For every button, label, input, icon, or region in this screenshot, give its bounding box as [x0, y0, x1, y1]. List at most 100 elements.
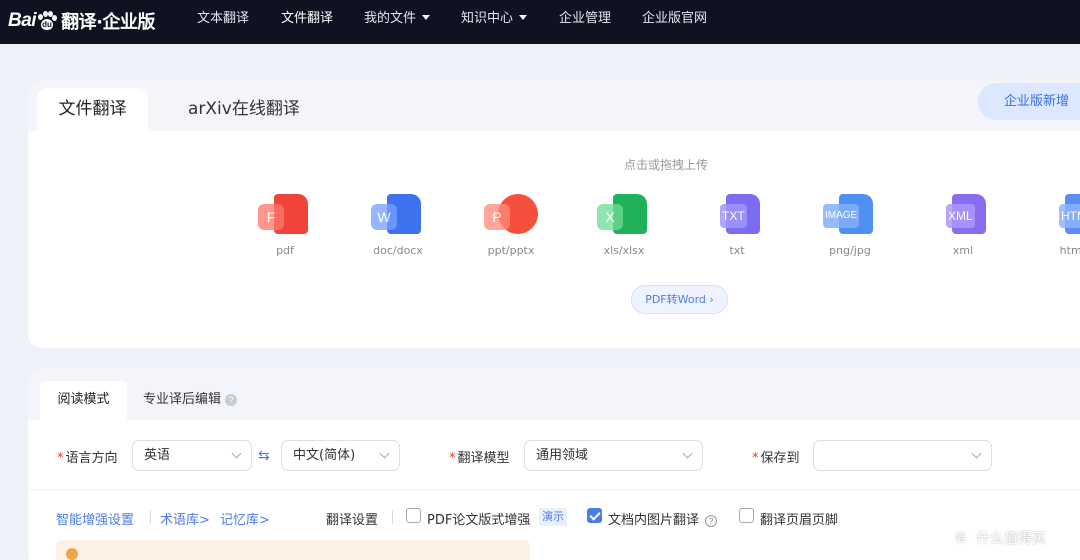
file-type-label: htm/h	[1059, 244, 1080, 257]
file-type-label: doc/docx	[373, 244, 423, 257]
chevron-down-icon	[682, 448, 693, 459]
tab-file-translation[interactable]: 文件翻译	[37, 88, 148, 131]
txt-file-icon-badge: TXT	[720, 204, 747, 228]
baidu-translate-logo[interactable]: Bai du 翻译·企业版	[8, 6, 155, 36]
pdf-layout-enhance-checkbox[interactable]	[406, 508, 421, 523]
divider	[392, 510, 393, 524]
required-mark: *	[752, 451, 759, 466]
nav-my-files[interactable]: 我的文件	[364, 0, 431, 44]
save-to-label: * 保存到	[752, 447, 800, 466]
file-type-txt: TXT txt	[697, 190, 777, 257]
help-icon[interactable]: ?	[705, 515, 718, 527]
swap-languages-icon[interactable]: ⇆	[258, 448, 270, 464]
nav-my-files-label: 我的文件	[364, 11, 417, 26]
translation-model-label-text: 翻译模型	[457, 451, 510, 466]
target-language-select[interactable]: 中文(简体)	[281, 440, 400, 471]
pdf-to-word-label: PDF转Word	[645, 293, 706, 306]
nav-text-translation[interactable]: 文本翻译	[197, 0, 249, 44]
translation-model-label: * 翻译模型	[449, 447, 510, 466]
excel-file-icon: X	[597, 190, 651, 238]
mode-tabs-bar: 阅读模式 专业译后编辑?	[28, 368, 1080, 420]
html-file-icon-badge: HTML	[1059, 204, 1080, 228]
translation-settings-card: 阅读模式 专业译后编辑? * 语言方向 英语 ⇆ 中文(简体) * 翻译模型 通用领…	[28, 368, 1080, 560]
memory-library-label: 记忆库	[220, 513, 260, 528]
logo-du-text: du	[42, 20, 52, 29]
nav-enterprise-management[interactable]: 企业管理	[559, 0, 611, 44]
logo-bai-text: Bai	[8, 10, 37, 31]
file-type-label: xml	[952, 244, 974, 257]
upload-card: 文件翻译 arXiv在线翻译 企业版新增 点击或拖拽上传 F pdf W doc…	[28, 80, 1080, 348]
help-icon[interactable]: ?	[225, 394, 238, 406]
powerpoint-file-icon: P	[484, 190, 538, 238]
file-type-label: ppt/pptx	[487, 244, 535, 257]
terminology-library-link[interactable]: 术语库>	[160, 509, 210, 528]
target-language-value: 中文(简体)	[293, 448, 356, 463]
word-file-icon-badge: W	[371, 204, 397, 230]
nav-enterprise-website[interactable]: 企业版官网	[642, 0, 707, 44]
terminology-library-label: 术语库	[160, 513, 200, 528]
file-type-doc: W doc/docx	[358, 190, 438, 257]
divider	[28, 489, 1080, 490]
pdf-file-icon-badge: F	[258, 204, 284, 230]
file-type-xml: XML xml	[923, 190, 1003, 257]
pdf-layout-enhance-label[interactable]: PDF论文版式增强	[427, 509, 530, 528]
nav-knowledge-center-label: 知识中心	[461, 11, 514, 26]
save-to-select[interactable]	[813, 440, 992, 471]
translation-model-select[interactable]: 通用领域	[524, 440, 703, 471]
upload-hint-text: 点击或拖拽上传	[623, 158, 708, 172]
image-file-icon: IMAGE	[823, 190, 877, 238]
baidu-paw-icon: du	[37, 11, 58, 31]
file-type-label: pdf	[276, 244, 294, 257]
tab-arxiv-translation[interactable]: arXiv在线翻译	[188, 88, 300, 131]
enterprise-new-button[interactable]: 企业版新增	[978, 83, 1080, 120]
source-language-value: 英语	[144, 448, 171, 463]
translation-model-value: 通用领域	[536, 448, 589, 463]
image-translation-label[interactable]: 文档内图片翻译?	[608, 509, 718, 528]
image-translation-checkbox[interactable]	[587, 508, 602, 523]
translation-settings-label: 翻译设置	[326, 513, 379, 528]
chevron-down-icon	[379, 448, 390, 459]
nav-knowledge-center[interactable]: 知识中心	[461, 0, 528, 44]
excel-file-icon-badge: X	[597, 204, 623, 230]
demo-tag[interactable]: 演示	[539, 508, 567, 526]
smart-enhance-settings-link[interactable]: 智能增强设置	[56, 509, 134, 528]
xml-file-icon-badge: XML	[946, 204, 975, 228]
chevron-right-icon: >	[259, 513, 270, 528]
file-type-xls: X xls/xlsx	[584, 190, 664, 257]
chevron-down-icon	[231, 448, 242, 459]
upload-dropzone-hint[interactable]: 点击或拖拽上传	[28, 156, 1080, 173]
memory-library-link[interactable]: 记忆库>	[220, 509, 270, 528]
watermark-text: 什么值得买	[976, 531, 1046, 547]
pdf-to-word-button[interactable]: PDF转Word ›	[631, 285, 728, 314]
image-file-icon-badge: IMAGE	[823, 204, 860, 228]
notice-banner	[56, 540, 530, 560]
upload-tabs-bar: 文件翻译 arXiv在线翻译 企业版新增	[28, 80, 1080, 131]
xml-file-icon: XML	[936, 190, 990, 238]
header-footer-translation-checkbox[interactable]	[739, 508, 754, 523]
nav-file-translation[interactable]: 文件翻译	[281, 0, 333, 44]
required-mark: *	[449, 451, 456, 466]
file-type-pdf: F pdf	[245, 190, 325, 257]
txt-file-icon: TXT	[710, 190, 764, 238]
watermark: 什么值得买	[952, 527, 1046, 549]
tab-professional-post-edit[interactable]: 专业译后编辑?	[143, 381, 238, 420]
smzdm-logo-icon	[952, 528, 972, 548]
html-file-icon: HTML	[1049, 190, 1080, 238]
tab-reading-mode[interactable]: 阅读模式	[40, 381, 127, 420]
chevron-down-icon	[971, 448, 982, 459]
header-footer-translation-label[interactable]: 翻译页眉页脚	[760, 509, 838, 528]
save-to-label-text: 保存到	[760, 451, 800, 466]
powerpoint-file-icon-badge: P	[484, 204, 510, 230]
required-mark: *	[57, 451, 64, 466]
file-type-label: xls/xlsx	[603, 244, 645, 257]
language-direction-label: * 语言方向	[57, 447, 118, 466]
chevron-right-icon: >	[199, 513, 210, 528]
divider	[150, 510, 151, 524]
tab-professional-post-edit-label: 专业译后编辑	[143, 392, 222, 407]
image-translation-label-text: 文档内图片翻译	[608, 513, 700, 528]
logo-product-name: 翻译·企业版	[61, 12, 155, 33]
file-type-ppt: P ppt/pptx	[471, 190, 551, 257]
source-language-select[interactable]: 英语	[132, 440, 252, 471]
file-type-label: png/jpg	[829, 244, 871, 257]
file-type-html: HTML htm/h	[1036, 190, 1080, 257]
